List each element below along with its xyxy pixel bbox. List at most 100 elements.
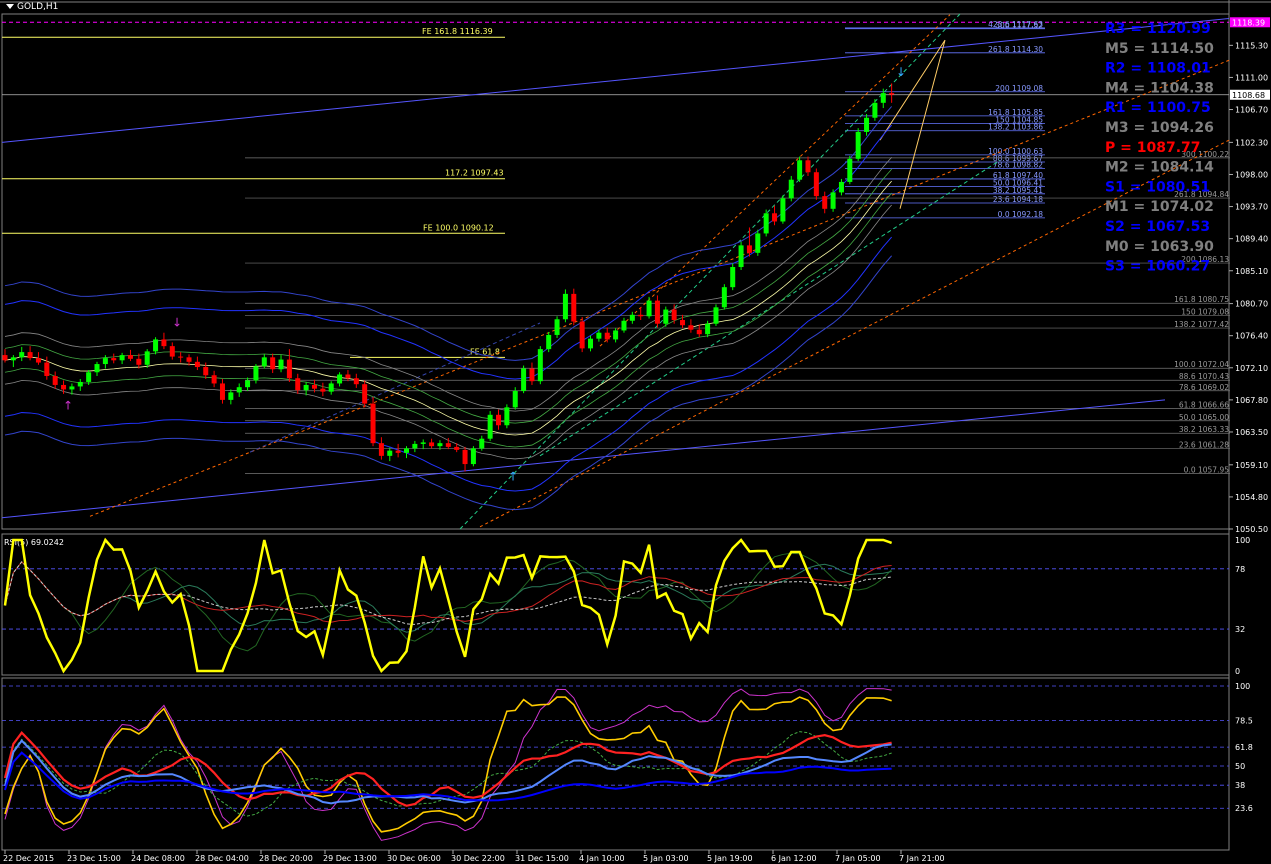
price-tick-label: 1072.10 xyxy=(1235,364,1268,373)
candle-body xyxy=(621,320,627,331)
candle-body xyxy=(479,438,485,449)
up-arrow-icon: ↑ xyxy=(63,399,73,413)
fe-level-label: 117.2 1097.43 xyxy=(445,169,504,178)
price-tick-label: 1111.00 xyxy=(1235,73,1268,82)
symbol-label[interactable]: GOLD,H1 xyxy=(6,2,58,12)
fib-lower-label: 161.8 1080.75 xyxy=(1174,295,1229,304)
time-tick-label: 30 Dec 06:00 xyxy=(387,854,441,863)
trading-chart[interactable]: 1115.30 1111.00 1106.70 1102.30 1098.00 1093.… xyxy=(0,0,1271,864)
candle-body xyxy=(228,392,234,400)
candle-body xyxy=(705,323,711,335)
candle-body xyxy=(303,384,309,391)
candle-body xyxy=(186,357,192,362)
candle-body xyxy=(261,357,267,367)
price-tick-label: 1063.50 xyxy=(1235,428,1268,437)
candle-body xyxy=(429,442,435,447)
price-tick-label: 1067.80 xyxy=(1235,396,1268,405)
candle-body xyxy=(295,378,301,391)
candle-body xyxy=(654,300,660,324)
fib-lower-label: 150 1079.08 xyxy=(1181,308,1229,317)
candle-body xyxy=(61,384,67,390)
candle-body xyxy=(353,378,359,385)
time-tick-label: 5 Jan 19:00 xyxy=(707,854,753,863)
fib-upper-label: 261.8 1114.30 xyxy=(988,45,1043,54)
price-tick-label: 1106.70 xyxy=(1235,106,1268,115)
candle-body xyxy=(144,351,150,365)
candle-body xyxy=(86,372,92,382)
candle-body xyxy=(395,450,401,453)
osc-magenta-line xyxy=(4,688,892,841)
candle-body xyxy=(562,293,568,320)
candle-body xyxy=(613,330,619,340)
osc-red-line xyxy=(3,730,892,807)
price-tick-label: 1050.50 xyxy=(1235,525,1268,534)
candle-body xyxy=(813,172,819,197)
candle-body xyxy=(730,267,736,288)
candle-body xyxy=(169,346,175,357)
fib-lower-label: 78.6 1069.02 xyxy=(1179,383,1229,392)
candle-body xyxy=(194,361,200,368)
candle-body xyxy=(521,368,527,391)
candle-body xyxy=(721,287,727,308)
fib-upper-label: 0.0 1092.18 xyxy=(998,210,1044,219)
candle-body xyxy=(454,446,460,450)
price-tick-label: 1059.10 xyxy=(1235,461,1268,470)
fib-upper-label: 300 1117.52 xyxy=(995,21,1043,30)
candle-body xyxy=(629,314,635,321)
time-tick-label: 4 Jan 10:00 xyxy=(579,854,625,863)
fe-level-label: FE 100.0 1090.12 xyxy=(423,223,494,232)
fib-lower-label: 50.0 1065.00 xyxy=(1179,413,1229,422)
fib-lower-label: 138.2 1077.42 xyxy=(1174,320,1229,329)
price-tick-label: 1115.30 xyxy=(1235,41,1268,50)
candle-body xyxy=(437,443,443,447)
osc-yellow-line xyxy=(4,696,892,833)
rsi-level-label: 32 xyxy=(1235,625,1245,634)
candle-body xyxy=(178,356,184,358)
time-tick-label: 23 Dec 15:00 xyxy=(67,854,121,863)
candle-body xyxy=(136,358,142,365)
price-tick-label: 1080.70 xyxy=(1235,300,1268,309)
time-tick-label: 6 Jan 12:00 xyxy=(771,854,817,863)
osc-level-label: 38 xyxy=(1235,781,1245,790)
candle-body xyxy=(278,359,284,370)
candle-body xyxy=(362,384,368,404)
channel-upper xyxy=(89,59,1230,517)
candle-body xyxy=(236,387,242,393)
pivot-label: M4 = 1104.38 xyxy=(1105,80,1214,96)
candle-body xyxy=(77,381,83,387)
fe-level-label: FE 161.8 1116.39 xyxy=(422,27,493,36)
candle-body xyxy=(27,352,33,359)
envelope-band xyxy=(4,168,892,424)
pivot-label: S3 = 1060.27 xyxy=(1105,259,1210,275)
fib-upper-label: 23.6 1094.18 xyxy=(993,195,1043,204)
candle-body xyxy=(872,102,878,118)
osc-level-label: 78.5 xyxy=(1235,716,1253,725)
fib-upper-label: 138.2 1103.86 xyxy=(988,123,1043,132)
pivot-label: S1 = 1080.51 xyxy=(1105,179,1210,195)
pivot-label: M0 = 1063.90 xyxy=(1105,239,1214,255)
candle-body xyxy=(537,349,543,382)
trend-blue-dash xyxy=(249,322,541,453)
candle-body xyxy=(387,450,393,456)
panel-frame xyxy=(1,13,1230,530)
candle-body xyxy=(337,374,343,384)
price-tick-label: 1054.80 xyxy=(1235,493,1268,502)
pivot-label: M1 = 1074.02 xyxy=(1105,199,1214,215)
candle-body xyxy=(111,358,117,361)
candle-body xyxy=(855,131,861,159)
candle-body xyxy=(102,358,108,365)
price-tick-label: 1093.70 xyxy=(1235,203,1268,212)
candle-body xyxy=(345,374,351,379)
candle-body xyxy=(10,357,16,361)
rsi-line xyxy=(3,537,893,674)
time-tick-label: 28 Dec 04:00 xyxy=(195,854,249,863)
candle-body xyxy=(286,359,292,379)
trendline-lower xyxy=(1,399,1166,519)
pivot-label: S2 = 1067.53 xyxy=(1105,219,1210,235)
candle-body xyxy=(203,367,209,376)
pivot-label: R1 = 1100.75 xyxy=(1105,100,1211,116)
fib-lower-label: 100.0 1072.04 xyxy=(1174,360,1229,369)
chevron-down-icon xyxy=(6,4,14,9)
candle-body xyxy=(738,245,744,268)
candle-body xyxy=(496,414,502,426)
